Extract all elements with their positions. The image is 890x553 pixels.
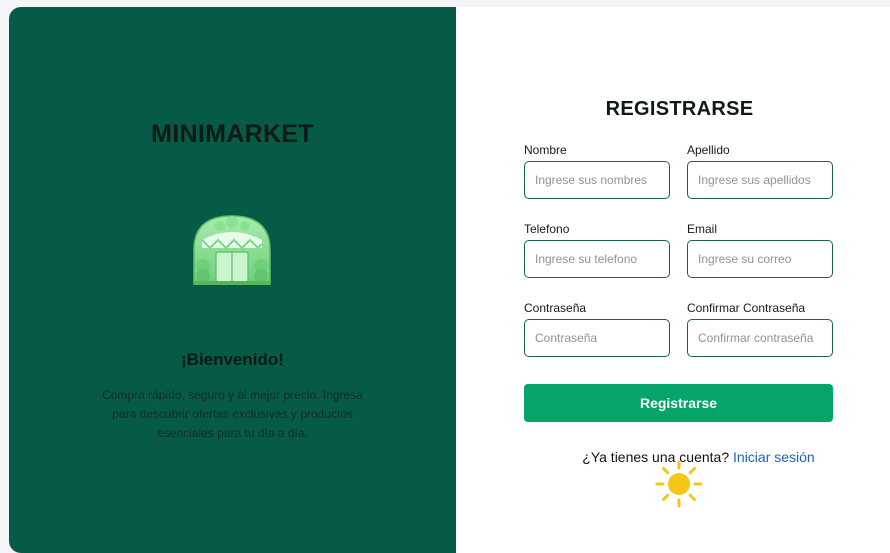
first-name-group: Nombre bbox=[524, 143, 670, 199]
login-link[interactable]: Iniciar sesión bbox=[733, 449, 815, 465]
welcome-description: Compra rápido, seguro y al mejor precio.… bbox=[102, 388, 363, 440]
sun-icon bbox=[655, 460, 703, 508]
phone-label: Telefono bbox=[524, 222, 570, 236]
register-card: MINIMARKET ¡Bienvenido! Compra rápido, s… bbox=[9, 7, 890, 553]
email-input[interactable] bbox=[687, 240, 833, 278]
phone-input[interactable] bbox=[524, 240, 670, 278]
confirm-password-label: Confirmar Contraseña bbox=[687, 301, 806, 315]
first-name-label: Nombre bbox=[524, 143, 567, 157]
brand-panel: MINIMARKET ¡Bienvenido! Compra rápido, s… bbox=[9, 7, 456, 553]
confirm-password-input[interactable] bbox=[687, 319, 833, 357]
phone-group: Telefono bbox=[524, 222, 670, 278]
confirm-password-group: Confirmar Contraseña bbox=[687, 301, 833, 357]
storefront-icon bbox=[193, 215, 271, 285]
brand-title: MINIMARKET bbox=[151, 120, 314, 148]
welcome-heading: ¡Bienvenido! bbox=[181, 350, 284, 369]
password-input[interactable] bbox=[524, 319, 670, 357]
password-label: Contraseña bbox=[524, 301, 587, 315]
last-name-input[interactable] bbox=[687, 161, 833, 199]
form-panel: REGISTRARSE Nombre Apellido Telefono Ema… bbox=[456, 7, 890, 553]
email-group: Email bbox=[687, 222, 833, 278]
last-name-label: Apellido bbox=[687, 143, 730, 157]
password-group: Contraseña bbox=[524, 301, 670, 357]
register-button[interactable]: Registrarse bbox=[524, 384, 833, 422]
first-name-input[interactable] bbox=[524, 161, 670, 199]
last-name-group: Apellido bbox=[687, 143, 833, 199]
email-label: Email bbox=[687, 222, 718, 236]
form-title: REGISTRARSE bbox=[605, 98, 754, 120]
